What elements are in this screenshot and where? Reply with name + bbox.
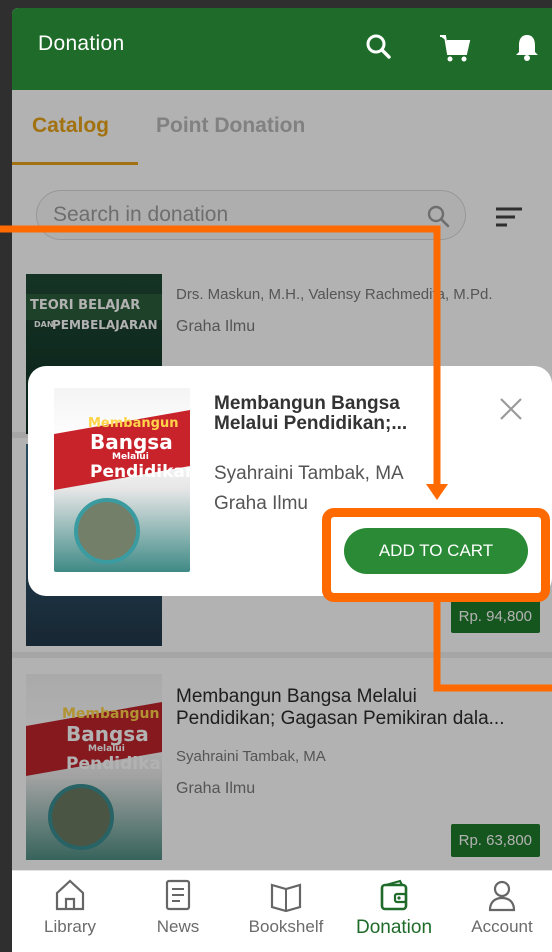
app-bar: Donation: [12, 8, 552, 90]
dialog-book-author: Syahraini Tambak, MA: [214, 463, 404, 484]
nav-library-label: Library: [44, 917, 96, 936]
dialog-book-title: Membangun Bangsa Melalui Pendidikan;...: [214, 393, 408, 434]
nav-account-label: Account: [471, 917, 533, 936]
news-icon: [165, 879, 191, 911]
popup-cover-word1: Membangun: [88, 416, 179, 431]
popup-book-cover: Membangun Bangsa Melalui Pendidikan: [54, 388, 190, 572]
search-icon[interactable]: [362, 30, 396, 64]
popup-cover-word3: Melalui: [112, 452, 149, 462]
close-icon[interactable]: [498, 396, 524, 422]
nav-account[interactable]: Account: [452, 877, 552, 937]
bell-icon[interactable]: [510, 30, 544, 64]
page-title: Donation: [38, 32, 125, 55]
library-icon: [55, 879, 85, 911]
nav-bookshelf[interactable]: Bookshelf: [236, 877, 336, 937]
nav-library[interactable]: Library: [20, 877, 120, 937]
popup-cover-word2: Bangsa: [90, 430, 173, 454]
popup-cover-word4: Pendidikan: [90, 462, 190, 482]
nav-donation[interactable]: Donation: [344, 877, 444, 939]
dialog-book-publisher: Graha Ilmu: [214, 493, 308, 514]
nav-news[interactable]: News: [128, 877, 228, 937]
account-icon: [488, 880, 516, 912]
bottom-navigation: Library News Bookshelf Donation Account: [12, 870, 552, 952]
highlight-box: [322, 508, 550, 602]
bookshelf-icon: [270, 883, 302, 913]
cart-icon[interactable]: [438, 30, 472, 64]
donation-icon: [380, 879, 408, 911]
app-screen: Donation Catalog Point Donation Search i…: [12, 8, 552, 952]
nav-donation-label: Donation: [355, 917, 433, 938]
nav-news-label: News: [156, 917, 200, 936]
nav-bookshelf-label: Bookshelf: [248, 917, 324, 936]
